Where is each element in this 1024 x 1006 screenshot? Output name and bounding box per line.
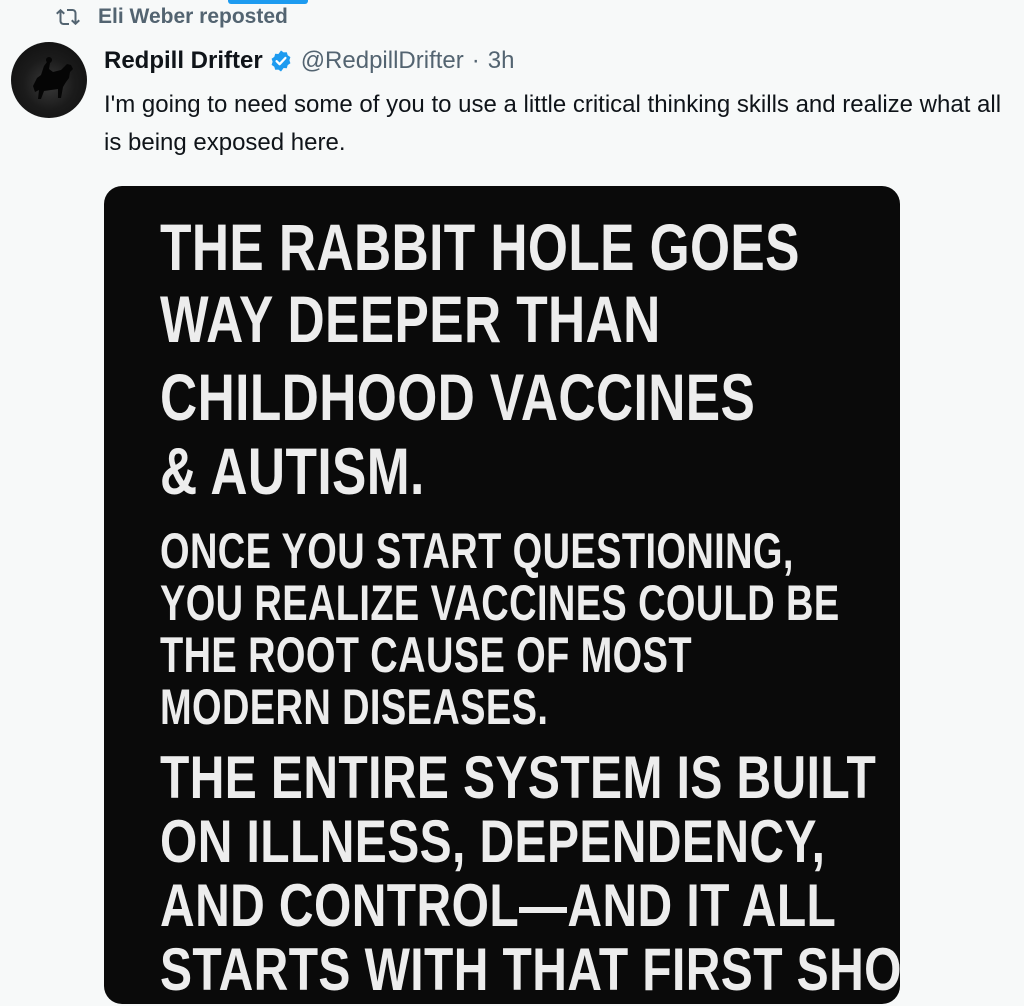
user-handle[interactable]: @RedpillDrifter — [301, 47, 464, 75]
verified-badge-icon[interactable] — [269, 49, 293, 73]
image-text-line: MODERN DISEASES. — [160, 679, 549, 735]
image-text-line: THE RABBIT HOLE GOES — [160, 210, 800, 284]
post-header: Redpill Drifter @RedpillDrifter · 3h — [104, 46, 514, 76]
header-separator: · — [471, 47, 480, 74]
horse-rider-silhouette — [33, 57, 73, 99]
repost-icon — [56, 8, 80, 26]
repost-context[interactable]: Eli Weber reposted — [56, 4, 288, 30]
image-text-line: THE ROOT CAUSE OF MOST — [160, 627, 692, 683]
image-text-line: THE ENTIRE SYSTEM IS BUILT — [160, 744, 877, 811]
image-text-line: AND CONTROL—AND IT ALL — [160, 872, 837, 939]
image-text-line: ON ILLNESS, DEPENDENCY, — [160, 808, 826, 875]
post-timestamp[interactable]: 3h — [488, 47, 515, 75]
image-text-line: WAY DEEPER THAN — [160, 282, 661, 356]
image-text-line: ONCE YOU START QUESTIONING, — [160, 523, 794, 579]
image-text-line: STARTS WITH THAT FIRST SHOT. — [160, 936, 900, 1003]
repost-label: Eli Weber reposted — [98, 5, 288, 28]
image-text-line: CHILDHOOD VACCINES — [160, 360, 756, 434]
avatar[interactable] — [11, 42, 87, 118]
image-text-line: YOU REALIZE VACCINES COULD BE — [160, 575, 840, 631]
post-image[interactable]: THE RABBIT HOLE GOES WAY DEEPER THAN CHI… — [104, 186, 900, 1004]
display-name[interactable]: Redpill Drifter — [104, 47, 263, 75]
image-text-line: & AUTISM. — [160, 434, 425, 508]
post-text: I'm going to need some of you to use a l… — [104, 91, 1002, 156]
